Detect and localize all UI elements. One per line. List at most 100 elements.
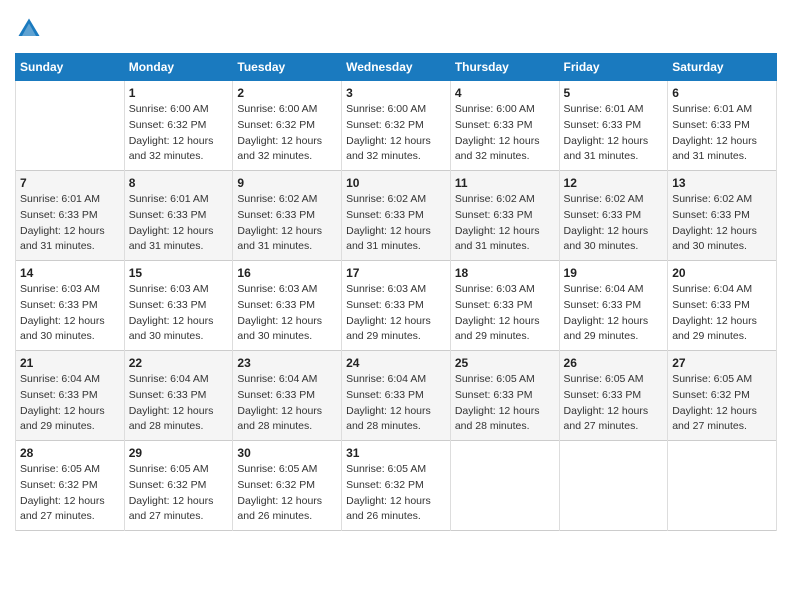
day-number: 9 bbox=[237, 176, 337, 190]
day-info: Sunrise: 6:05 AMSunset: 6:33 PMDaylight:… bbox=[455, 372, 555, 435]
day-info: Sunrise: 6:03 AMSunset: 6:33 PMDaylight:… bbox=[129, 282, 229, 345]
day-info: Sunrise: 6:05 AMSunset: 6:32 PMDaylight:… bbox=[20, 462, 120, 525]
day-info: Sunrise: 6:02 AMSunset: 6:33 PMDaylight:… bbox=[564, 192, 664, 255]
day-info: Sunrise: 6:01 AMSunset: 6:33 PMDaylight:… bbox=[20, 192, 120, 255]
logo-icon bbox=[15, 15, 43, 43]
day-info: Sunrise: 6:05 AMSunset: 6:32 PMDaylight:… bbox=[129, 462, 229, 525]
header-day-monday: Monday bbox=[124, 54, 233, 81]
day-info: Sunrise: 6:04 AMSunset: 6:33 PMDaylight:… bbox=[237, 372, 337, 435]
header-day-sunday: Sunday bbox=[16, 54, 125, 81]
header-day-saturday: Saturday bbox=[668, 54, 777, 81]
day-number: 5 bbox=[564, 86, 664, 100]
day-info: Sunrise: 6:00 AMSunset: 6:32 PMDaylight:… bbox=[237, 102, 337, 165]
day-info: Sunrise: 6:01 AMSunset: 6:33 PMDaylight:… bbox=[129, 192, 229, 255]
day-number: 18 bbox=[455, 266, 555, 280]
calendar-cell: 9Sunrise: 6:02 AMSunset: 6:33 PMDaylight… bbox=[233, 171, 342, 261]
day-number: 1 bbox=[129, 86, 229, 100]
calendar-cell: 25 Sunrise: 6:05 AMSunset: 6:33 PMDayligh… bbox=[450, 351, 559, 441]
calendar-cell bbox=[450, 441, 559, 531]
week-row-5: 28 Sunrise: 6:05 AMSunset: 6:32 PMDayligh… bbox=[16, 441, 777, 531]
day-number: 25 bbox=[455, 356, 555, 370]
day-info: Sunrise: 6:05 AMSunset: 6:32 PMDaylight:… bbox=[346, 462, 446, 525]
day-info: Sunrise: 6:03 AMSunset: 6:33 PMDaylight:… bbox=[20, 282, 120, 345]
day-number: 15 bbox=[129, 266, 229, 280]
header-day-thursday: Thursday bbox=[450, 54, 559, 81]
calendar-cell: 22 Sunrise: 6:04 AMSunset: 6:33 PMDayligh… bbox=[124, 351, 233, 441]
day-number: 20 bbox=[672, 266, 772, 280]
day-number: 13 bbox=[672, 176, 772, 190]
calendar-header: SundayMondayTuesdayWednesdayThursdayFrid… bbox=[16, 54, 777, 81]
day-number: 26 bbox=[564, 356, 664, 370]
day-number: 7 bbox=[20, 176, 120, 190]
calendar-cell: 13 Sunrise: 6:02 AMSunset: 6:33 PMDayligh… bbox=[668, 171, 777, 261]
day-number: 29 bbox=[129, 446, 229, 460]
calendar-cell: 4Sunrise: 6:00 AMSunset: 6:33 PMDaylight… bbox=[450, 81, 559, 171]
day-number: 31 bbox=[346, 446, 446, 460]
week-row-4: 21 Sunrise: 6:04 AMSunset: 6:33 PMDayligh… bbox=[16, 351, 777, 441]
day-info: Sunrise: 6:01 AMSunset: 6:33 PMDaylight:… bbox=[564, 102, 664, 165]
day-info: Sunrise: 6:03 AMSunset: 6:33 PMDaylight:… bbox=[237, 282, 337, 345]
day-info: Sunrise: 6:05 AMSunset: 6:32 PMDaylight:… bbox=[237, 462, 337, 525]
calendar-cell: 20Sunrise: 6:04 AMSunset: 6:33 PMDayligh… bbox=[668, 261, 777, 351]
day-info: Sunrise: 6:02 AMSunset: 6:33 PMDaylight:… bbox=[672, 192, 772, 255]
day-info: Sunrise: 6:00 AMSunset: 6:32 PMDaylight:… bbox=[346, 102, 446, 165]
logo bbox=[15, 15, 47, 43]
calendar-cell: 16 Sunrise: 6:03 AMSunset: 6:33 PMDayligh… bbox=[233, 261, 342, 351]
day-number: 22 bbox=[129, 356, 229, 370]
calendar-cell: 12 Sunrise: 6:02 AMSunset: 6:33 PMDayligh… bbox=[559, 171, 668, 261]
calendar-cell: 8 Sunrise: 6:01 AMSunset: 6:33 PMDaylight… bbox=[124, 171, 233, 261]
day-number: 28 bbox=[20, 446, 120, 460]
calendar-cell: 26 Sunrise: 6:05 AMSunset: 6:33 PMDayligh… bbox=[559, 351, 668, 441]
day-info: Sunrise: 6:02 AMSunset: 6:33 PMDaylight:… bbox=[455, 192, 555, 255]
day-number: 10 bbox=[346, 176, 446, 190]
calendar-cell: 19 Sunrise: 6:04 AMSunset: 6:33 PMDayligh… bbox=[559, 261, 668, 351]
calendar-table: SundayMondayTuesdayWednesdayThursdayFrid… bbox=[15, 53, 777, 531]
day-number: 16 bbox=[237, 266, 337, 280]
page-header bbox=[15, 15, 777, 43]
day-info: Sunrise: 6:00 AMSunset: 6:33 PMDaylight:… bbox=[455, 102, 555, 165]
day-number: 24 bbox=[346, 356, 446, 370]
calendar-cell: 28 Sunrise: 6:05 AMSunset: 6:32 PMDayligh… bbox=[16, 441, 125, 531]
day-info: Sunrise: 6:04 AMSunset: 6:33 PMDaylight:… bbox=[20, 372, 120, 435]
calendar-cell: 1Sunrise: 6:00 AMSunset: 6:32 PMDaylight… bbox=[124, 81, 233, 171]
calendar-cell: 7 Sunrise: 6:01 AMSunset: 6:33 PMDaylight… bbox=[16, 171, 125, 261]
day-number: 12 bbox=[564, 176, 664, 190]
day-number: 8 bbox=[129, 176, 229, 190]
calendar-cell bbox=[668, 441, 777, 531]
calendar-cell bbox=[559, 441, 668, 531]
day-number: 30 bbox=[237, 446, 337, 460]
calendar-cell: 3 Sunrise: 6:00 AMSunset: 6:32 PMDaylight… bbox=[342, 81, 451, 171]
day-info: Sunrise: 6:04 AMSunset: 6:33 PMDaylight:… bbox=[129, 372, 229, 435]
day-number: 23 bbox=[237, 356, 337, 370]
day-number: 2 bbox=[237, 86, 337, 100]
week-row-1: 1 Sunrise: 6:00 AMSunset: 6:32 PMDaylight… bbox=[16, 81, 777, 171]
calendar-cell: 2 Sunrise: 6:00 AMSunset: 6:32 PMDaylight… bbox=[233, 81, 342, 171]
header-day-wednesday: Wednesday bbox=[342, 54, 451, 81]
day-number: 27 bbox=[672, 356, 772, 370]
header-day-tuesday: Tuesday bbox=[233, 54, 342, 81]
calendar-cell: 23 Sunrise: 6:04 AMSunset: 6:33 PMDayligh… bbox=[233, 351, 342, 441]
calendar-cell: 15 Sunrise: 6:03 AMSunset: 6:33 PMDayligh… bbox=[124, 261, 233, 351]
day-info: Sunrise: 6:03 AMSunset: 6:33 PMDaylight:… bbox=[346, 282, 446, 345]
day-info: Sunrise: 6:05 AMSunset: 6:33 PMDaylight:… bbox=[564, 372, 664, 435]
day-number: 21 bbox=[20, 356, 120, 370]
day-info: Sunrise: 6:04 AMSunset: 6:33 PMDaylight:… bbox=[564, 282, 664, 345]
day-number: 6 bbox=[672, 86, 772, 100]
header-day-friday: Friday bbox=[559, 54, 668, 81]
calendar-cell: 5 Sunrise: 6:01 AMSunset: 6:33 PMDaylight… bbox=[559, 81, 668, 171]
calendar-cell: 10 Sunrise: 6:02 AMSunset: 6:33 PMDayligh… bbox=[342, 171, 451, 261]
week-row-3: 14Sunrise: 6:03 AMSunset: 6:33 PMDayligh… bbox=[16, 261, 777, 351]
calendar-cell: 29 Sunrise: 6:05 AMSunset: 6:32 PMDayligh… bbox=[124, 441, 233, 531]
day-number: 17 bbox=[346, 266, 446, 280]
day-info: Sunrise: 6:05 AMSunset: 6:32 PMDaylight:… bbox=[672, 372, 772, 435]
calendar-cell: 27 Sunrise: 6:05 AMSunset: 6:32 PMDayligh… bbox=[668, 351, 777, 441]
calendar-cell: 18Sunrise: 6:03 AMSunset: 6:33 PMDayligh… bbox=[450, 261, 559, 351]
calendar-cell: 6Sunrise: 6:01 AMSunset: 6:33 PMDaylight… bbox=[668, 81, 777, 171]
calendar-cell bbox=[16, 81, 125, 171]
header-row: SundayMondayTuesdayWednesdayThursdayFrid… bbox=[16, 54, 777, 81]
day-info: Sunrise: 6:02 AMSunset: 6:33 PMDaylight:… bbox=[346, 192, 446, 255]
calendar-body: 1 Sunrise: 6:00 AMSunset: 6:32 PMDaylight… bbox=[16, 81, 777, 531]
day-number: 19 bbox=[564, 266, 664, 280]
day-number: 3 bbox=[346, 86, 446, 100]
day-info: Sunrise: 6:04 AMSunset: 6:33 PMDaylight:… bbox=[346, 372, 446, 435]
